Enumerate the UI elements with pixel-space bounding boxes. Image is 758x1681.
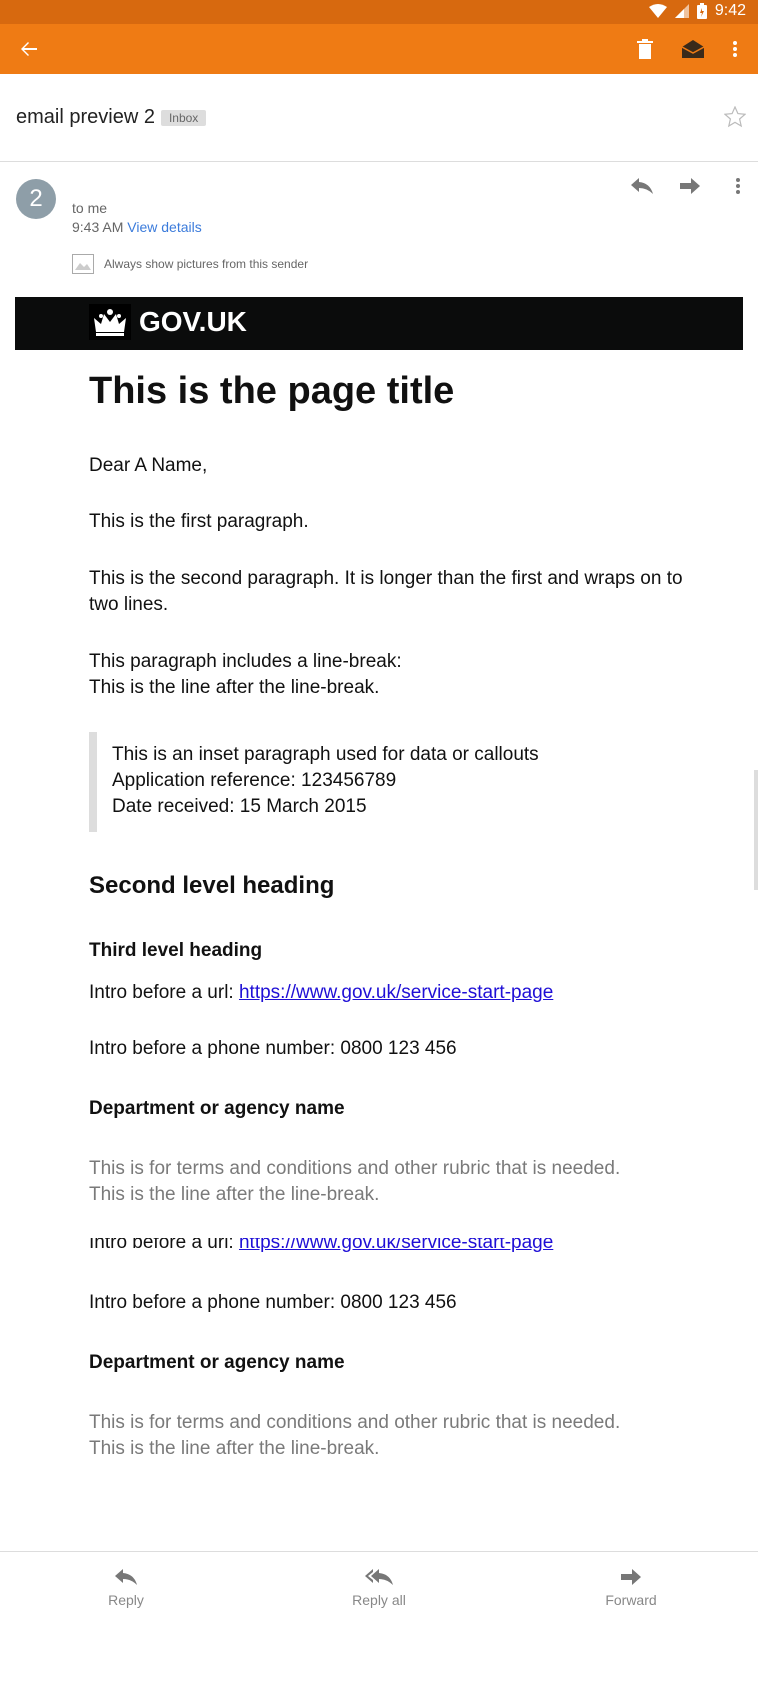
govuk-logo-text: GOV.UK [139,306,247,337]
reply-all-icon [319,1566,439,1588]
department-name-repeat: Department or agency name [89,1352,345,1373]
greeting: Dear A Name, [89,455,208,476]
bottom-action-bar: Reply Reply all Forward [0,1551,758,1681]
service-start-link[interactable]: https://www.gov.uk/service-start-page [239,982,553,1003]
battery-icon [696,3,707,19]
email-subject-row: email preview 2 Inbox [16,106,207,129]
delete-icon[interactable] [630,34,660,64]
message-more-icon[interactable] [724,174,752,198]
service-start-link-repeat[interactable]: https://www.gov.uk/service-start-page [239,1238,553,1253]
sender-avatar[interactable]: 2 [16,179,56,219]
star-icon[interactable] [723,105,747,133]
reply-bottom-icon [66,1566,186,1588]
email-body: This is the page title Dear A Name, This… [89,370,689,1462]
more-vert-icon[interactable] [720,34,750,64]
recipient-label: to me [72,200,108,216]
header-divider [0,161,758,162]
image-icon [72,254,94,274]
mark-unread-icon[interactable] [678,34,708,64]
back-arrow-icon[interactable] [14,34,44,64]
forward-button[interactable]: Forward [571,1566,691,1608]
show-pictures-row[interactable]: Always show pictures from this sender [72,254,308,274]
forward-bottom-icon [571,1566,691,1588]
status-time: 9:42 [714,2,746,19]
app-toolbar [0,24,758,74]
reply-button[interactable]: Reply [66,1566,186,1608]
department-name: Department or agency name [89,1098,345,1119]
reply-all-button[interactable]: Reply all [319,1566,439,1608]
terms-paragraph-repeat: This is for terms and conditions and oth… [89,1412,621,1459]
terms-paragraph: This is for terms and conditions and oth… [89,1158,621,1205]
email-time: 9:43 AM View details [72,219,202,235]
status-bar: 9:42 [0,0,758,24]
url-paragraph: Intro before a url: https://www.gov.uk/s… [89,982,554,1003]
phone-paragraph-repeat: Intro before a phone number: 0800 123 45… [89,1292,457,1313]
email-subject: email preview 2 [16,106,155,128]
clipped-repeat: Intro before a url: https://www.gov.uk/s… [89,1238,689,1260]
reply-icon[interactable] [628,174,656,198]
govuk-logo: GOV.UK [89,304,247,340]
page-title: This is the page title [89,370,455,412]
second-level-heading: Second level heading [89,872,335,899]
third-level-heading: Third level heading [89,940,263,961]
scrollbar-thumb[interactable] [754,770,758,890]
view-details-link[interactable]: View details [127,219,201,235]
message-actions [628,174,752,198]
inbox-label-badge[interactable]: Inbox [160,109,207,126]
phone-paragraph: Intro before a phone number: 0800 123 45… [89,1038,457,1059]
paragraph-3: This paragraph includes a line-break: Th… [89,651,402,698]
signal-icon [674,4,689,18]
paragraph-1: This is the first paragraph. [89,511,309,532]
crown-icon [89,304,131,340]
show-pictures-label: Always show pictures from this sender [104,257,309,271]
url-paragraph-repeat: Intro before a url: https://www.gov.uk/s… [89,1238,689,1256]
wifi-icon [648,4,667,18]
inset-callout: This is an inset paragraph used for data… [89,732,689,832]
paragraph-2: This is the second paragraph. It is long… [89,568,683,615]
forward-icon[interactable] [676,174,704,198]
